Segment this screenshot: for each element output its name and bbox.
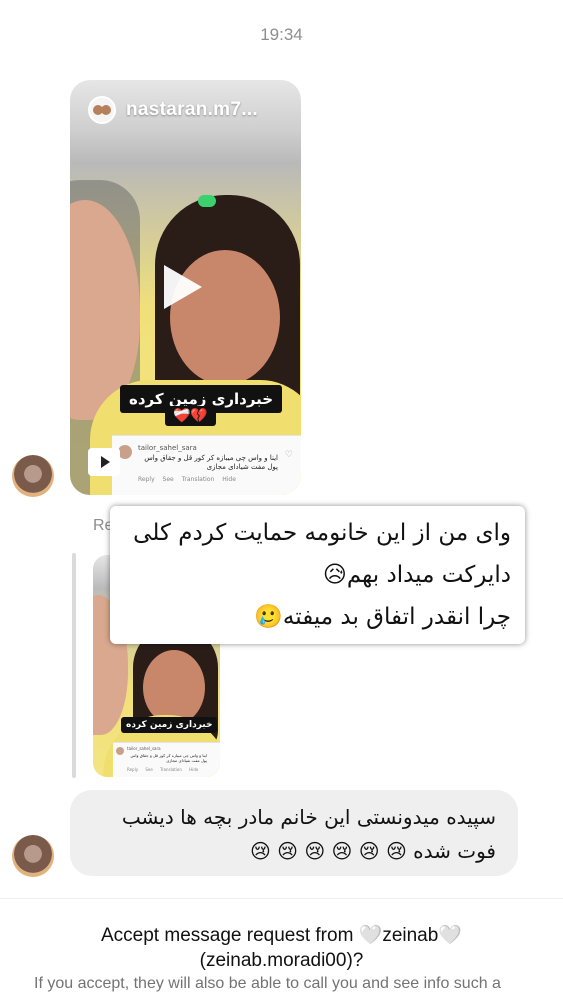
reply-thumb-comment-actions: Reply See Translation Hide xyxy=(127,767,199,772)
message-request-subtitle: If you accept, they will also be able to… xyxy=(34,975,501,992)
comment-username: tailor_sahel_sara xyxy=(138,444,197,452)
shared-reel-card[interactable]: nastaran.m7... خبرداری زمین کرده ❤️‍🩹💔 t… xyxy=(70,80,301,495)
reply-thumb-caption: خبرداری زمین کرده xyxy=(121,717,218,733)
comment-text: اینا و واس چی میبازه کر کور قل و جقاق وا… xyxy=(144,454,278,472)
sender-avatar[interactable] xyxy=(12,835,54,877)
overlay-line-2: دایرکت میداد بهم😥 xyxy=(322,562,511,588)
comment-avatar xyxy=(118,445,132,459)
sender-avatar[interactable] xyxy=(12,455,54,497)
reply-quote-bar xyxy=(72,553,76,778)
reel-header[interactable]: nastaran.m7... xyxy=(88,96,258,124)
broken-heart-icon: ❤️‍🩹💔 xyxy=(165,406,216,426)
overlay-line-3: چرا انقدر اتفاق بد میفته🥲 xyxy=(254,604,511,630)
message-line-1: سپیده میدونستی این خانم مادر بچه ها دیشب xyxy=(121,805,496,829)
heart-outline-icon: ♡ xyxy=(284,450,293,460)
overlay-line-1: وای من از این خانومه حمایت کردم کلی xyxy=(133,520,511,546)
message-request-title-line-1: Accept message request from 🤍zeinab🤍 xyxy=(101,925,462,946)
overlay-text-card: وای من از این خانومه حمایت کردم کلی دایر… xyxy=(110,506,525,644)
reply-thumb-comment-user: tailor_sahel_sara xyxy=(127,746,161,751)
message-request-panel: Accept message request from 🤍zeinab🤍 (ze… xyxy=(0,898,563,1000)
message-request-title: Accept message request from 🤍zeinab🤍 (ze… xyxy=(0,923,563,973)
reels-icon xyxy=(88,448,120,476)
incoming-message-bubble[interactable]: سپیده میدونستی این خانم مادر بچه ها دیشب… xyxy=(70,790,518,876)
message-line-2: فوت شده 😢 😢 😢 😢 😢 😢 xyxy=(249,839,496,863)
reply-thumb-comment-text: اینا و واس چی میبازه کر کور قل و جقاق وا… xyxy=(130,753,207,764)
play-icon[interactable] xyxy=(164,265,202,309)
message-timestamp: 19:34 xyxy=(260,25,303,44)
reel-comment-panel: tailor_sahel_sara اینا و واس چی میبازه ک… xyxy=(112,435,301,495)
message-request-title-line-2: (zeinab.moradi00)? xyxy=(199,950,364,971)
comment-actions: Reply See Translation Hide xyxy=(138,476,236,483)
reply-thumb-comment: tailor_sahel_sara اینا و واس چی میبازه ک… xyxy=(113,742,220,777)
reel-author-avatar[interactable] xyxy=(88,96,116,124)
reel-username[interactable]: nastaran.m7... xyxy=(126,99,258,121)
